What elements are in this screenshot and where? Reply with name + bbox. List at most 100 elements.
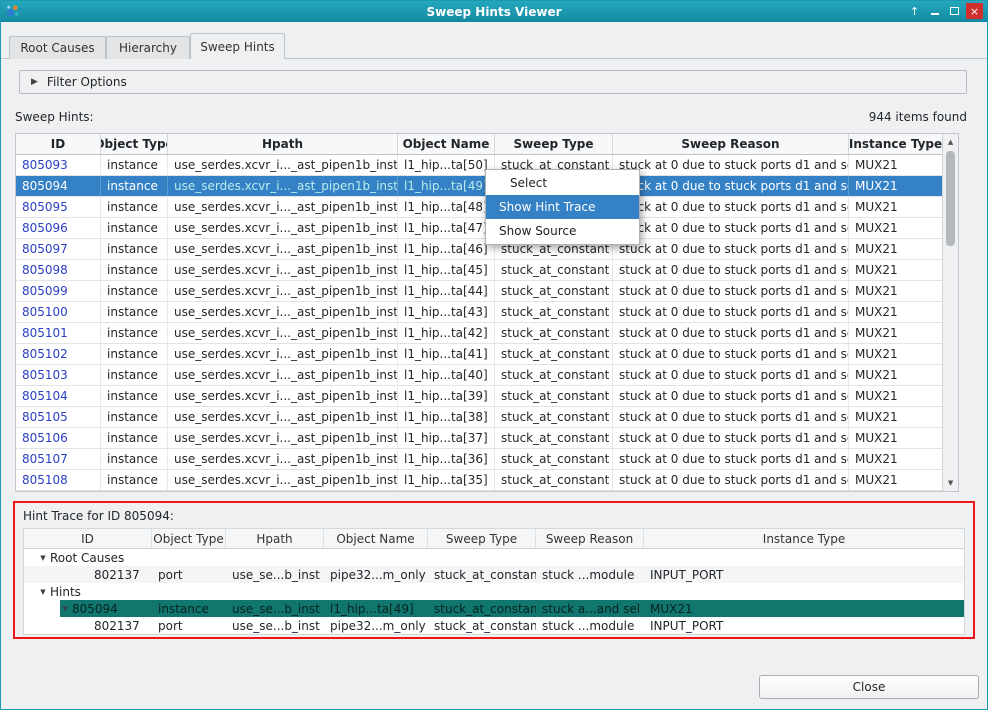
filter-options-toggle[interactable]: ▶ Filter Options	[19, 70, 967, 94]
table-row[interactable]: 805094instanceuse_serdes.xcvr_i..._ast_p…	[16, 176, 942, 197]
hpath-cell: use_serdes.xcvr_i..._ast_pipen1b_inst	[168, 239, 398, 259]
sweep-hints-grid: IDObject TypeHpathObject NameSweep TypeS…	[16, 134, 942, 491]
sweep-reason-cell: stuck at 0 due to stuck ports d1 and sel	[613, 302, 849, 322]
hpath-cell: use_serdes.xcvr_i..._ast_pipen1b_inst	[168, 407, 398, 427]
trace-column-header-sweep_reason[interactable]: Sweep Reason	[536, 529, 644, 548]
instance-type-cell: MUX21	[849, 365, 942, 385]
trace-group-label: Hints	[50, 585, 81, 599]
tab-sweep-hints[interactable]: Sweep Hints	[190, 33, 285, 59]
table-row[interactable]: 805107instanceuse_serdes.xcvr_i..._ast_p…	[16, 449, 942, 470]
trace-group-row[interactable]: ▼Root Causes	[24, 549, 964, 566]
column-header-instance_type[interactable]: Instance Type	[849, 134, 942, 154]
close-button-label: Close	[853, 680, 886, 694]
object-type-cell: instance	[101, 155, 168, 175]
tree-expander-icon[interactable]: ▼	[36, 588, 50, 596]
sweep-reason-cell: stuck at 0 due to stuck ports d1 and sel	[613, 239, 849, 259]
sweep-type-cell: stuck_at_constant	[495, 281, 613, 301]
items-found-count: 944 items found	[869, 110, 967, 124]
trace-column-header-object_type[interactable]: Object Type	[152, 529, 226, 548]
window-title: Sweep Hints Viewer	[1, 5, 987, 19]
tree-expander-icon[interactable]: ▼	[36, 554, 50, 562]
column-header-sweep_type[interactable]: Sweep Type	[495, 134, 613, 154]
table-row[interactable]: 805105instanceuse_serdes.xcvr_i..._ast_p…	[16, 407, 942, 428]
collapsed-arrow-icon: ▶	[31, 77, 38, 87]
object-name-cell: l1_hip...ta[37]	[398, 428, 495, 448]
minimize-button[interactable]	[926, 3, 943, 19]
maximize-icon	[950, 7, 959, 15]
table-row[interactable]: 805100instanceuse_serdes.xcvr_i..._ast_p…	[16, 302, 942, 323]
scroll-down-icon[interactable]: ▼	[943, 476, 958, 490]
trace-group-row[interactable]: ▼Hints	[24, 583, 964, 600]
scroll-up-icon[interactable]: ▲	[943, 135, 958, 149]
sweep-reason-cell: stuck at 0 due to stuck ports d1 and sel	[613, 449, 849, 469]
hpath-cell: use_serdes.xcvr_i..._ast_pipen1b_inst	[168, 344, 398, 364]
shade-button[interactable]: ↑	[906, 3, 923, 19]
sweep-reason-cell: stuck at 0 due to stuck ports d1 and sel	[613, 176, 849, 196]
table-row[interactable]: 805102instanceuse_serdes.xcvr_i..._ast_p…	[16, 344, 942, 365]
table-row[interactable]: 805098instanceuse_serdes.xcvr_i..._ast_p…	[16, 260, 942, 281]
sweep-reason-cell: stuck at 0 due to stuck ports d1 and sel	[613, 197, 849, 217]
close-window-button[interactable]: ×	[966, 3, 983, 19]
object-type-cell: instance	[101, 176, 168, 196]
trace-row[interactable]: 802137portuse_se...b_instpipe32...m_only…	[24, 566, 964, 583]
object-name-cell: l1_hip...ta[36]	[398, 449, 495, 469]
table-row[interactable]: 805104instanceuse_serdes.xcvr_i..._ast_p…	[16, 386, 942, 407]
instance-type-cell: MUX21	[849, 155, 942, 175]
trace-instance-type-cell: INPUT_PORT	[644, 566, 964, 583]
object-type-cell: instance	[101, 260, 168, 280]
sweep-type-cell: stuck_at_constant	[495, 344, 613, 364]
menu-item-show-hint-trace[interactable]: Show Hint Trace	[486, 195, 639, 219]
object-name-cell: l1_hip...ta[46]	[398, 239, 495, 259]
scrollbar-thumb[interactable]	[946, 151, 955, 246]
menu-item-show-source[interactable]: Show Source	[486, 219, 639, 243]
id-cell: 805104	[16, 386, 101, 406]
id-cell: 805099	[16, 281, 101, 301]
table-row[interactable]: 805106instanceuse_serdes.xcvr_i..._ast_p…	[16, 428, 942, 449]
trace-row[interactable]: 802137portuse_se...b_instpipe32...m_only…	[24, 617, 964, 634]
maximize-button[interactable]	[946, 3, 963, 19]
object-type-cell: instance	[101, 197, 168, 217]
trace-column-header-hpath[interactable]: Hpath	[226, 529, 324, 548]
menu-item-select[interactable]: Select	[486, 171, 639, 195]
table-row[interactable]: 805093instanceuse_serdes.xcvr_i..._ast_p…	[16, 155, 942, 176]
table-row[interactable]: 805095instanceuse_serdes.xcvr_i..._ast_p…	[16, 197, 942, 218]
titlebar[interactable]: Sweep Hints Viewer ↑ ×	[1, 1, 987, 22]
instance-type-cell: MUX21	[849, 428, 942, 448]
id-cell: 805093	[16, 155, 101, 175]
table-row[interactable]: 805103instanceuse_serdes.xcvr_i..._ast_p…	[16, 365, 942, 386]
table-row[interactable]: 805099instanceuse_serdes.xcvr_i..._ast_p…	[16, 281, 942, 302]
object-type-cell: instance	[101, 386, 168, 406]
id-cell: 805097	[16, 239, 101, 259]
instance-type-cell: MUX21	[849, 239, 942, 259]
table-row[interactable]: 805097instanceuse_serdes.xcvr_i..._ast_p…	[16, 239, 942, 260]
close-button[interactable]: Close	[759, 675, 979, 699]
trace-column-header-sweep_type[interactable]: Sweep Type	[428, 529, 536, 548]
object-name-cell: l1_hip...ta[41]	[398, 344, 495, 364]
hpath-cell: use_serdes.xcvr_i..._ast_pipen1b_inst	[168, 365, 398, 385]
column-header-id[interactable]: ID	[16, 134, 101, 154]
sweep-reason-cell: stuck at 0 due to stuck ports d1 and sel	[613, 218, 849, 238]
trace-column-header-id[interactable]: ID	[24, 529, 152, 548]
tab-root-causes[interactable]: Root Causes	[9, 36, 106, 59]
table-row[interactable]: 805096instanceuse_serdes.xcvr_i..._ast_p…	[16, 218, 942, 239]
tree-expander-icon[interactable]: ▼	[58, 605, 72, 613]
column-header-object_type[interactable]: Object Type	[101, 134, 168, 154]
object-name-cell: l1_hip...ta[42]	[398, 323, 495, 343]
id-cell: 805094	[16, 176, 101, 196]
trace-column-header-instance_type[interactable]: Instance Type	[644, 529, 964, 548]
object-type-cell: instance	[101, 302, 168, 322]
table-row[interactable]: 805101instanceuse_serdes.xcvr_i..._ast_p…	[16, 323, 942, 344]
tab-label: Sweep Hints	[200, 40, 275, 54]
vertical-scrollbar[interactable]: ▲ ▼	[942, 134, 958, 491]
trace-row[interactable]: ▼805094instanceuse_se...b_instl1_hip...t…	[24, 600, 964, 617]
column-header-object_name[interactable]: Object Name	[398, 134, 495, 154]
sweep-type-cell: stuck_at_constant	[495, 302, 613, 322]
object-type-cell: instance	[101, 407, 168, 427]
tab-hierarchy[interactable]: Hierarchy	[106, 36, 190, 59]
table-row[interactable]: 805108instanceuse_serdes.xcvr_i..._ast_p…	[16, 470, 942, 491]
column-header-sweep_reason[interactable]: Sweep Reason	[613, 134, 849, 154]
trace-column-header-object_name[interactable]: Object Name	[324, 529, 428, 548]
sweep-hints-label: Sweep Hints:	[15, 110, 94, 124]
sweep-type-cell: stuck_at_constant	[495, 260, 613, 280]
column-header-hpath[interactable]: Hpath	[168, 134, 398, 154]
